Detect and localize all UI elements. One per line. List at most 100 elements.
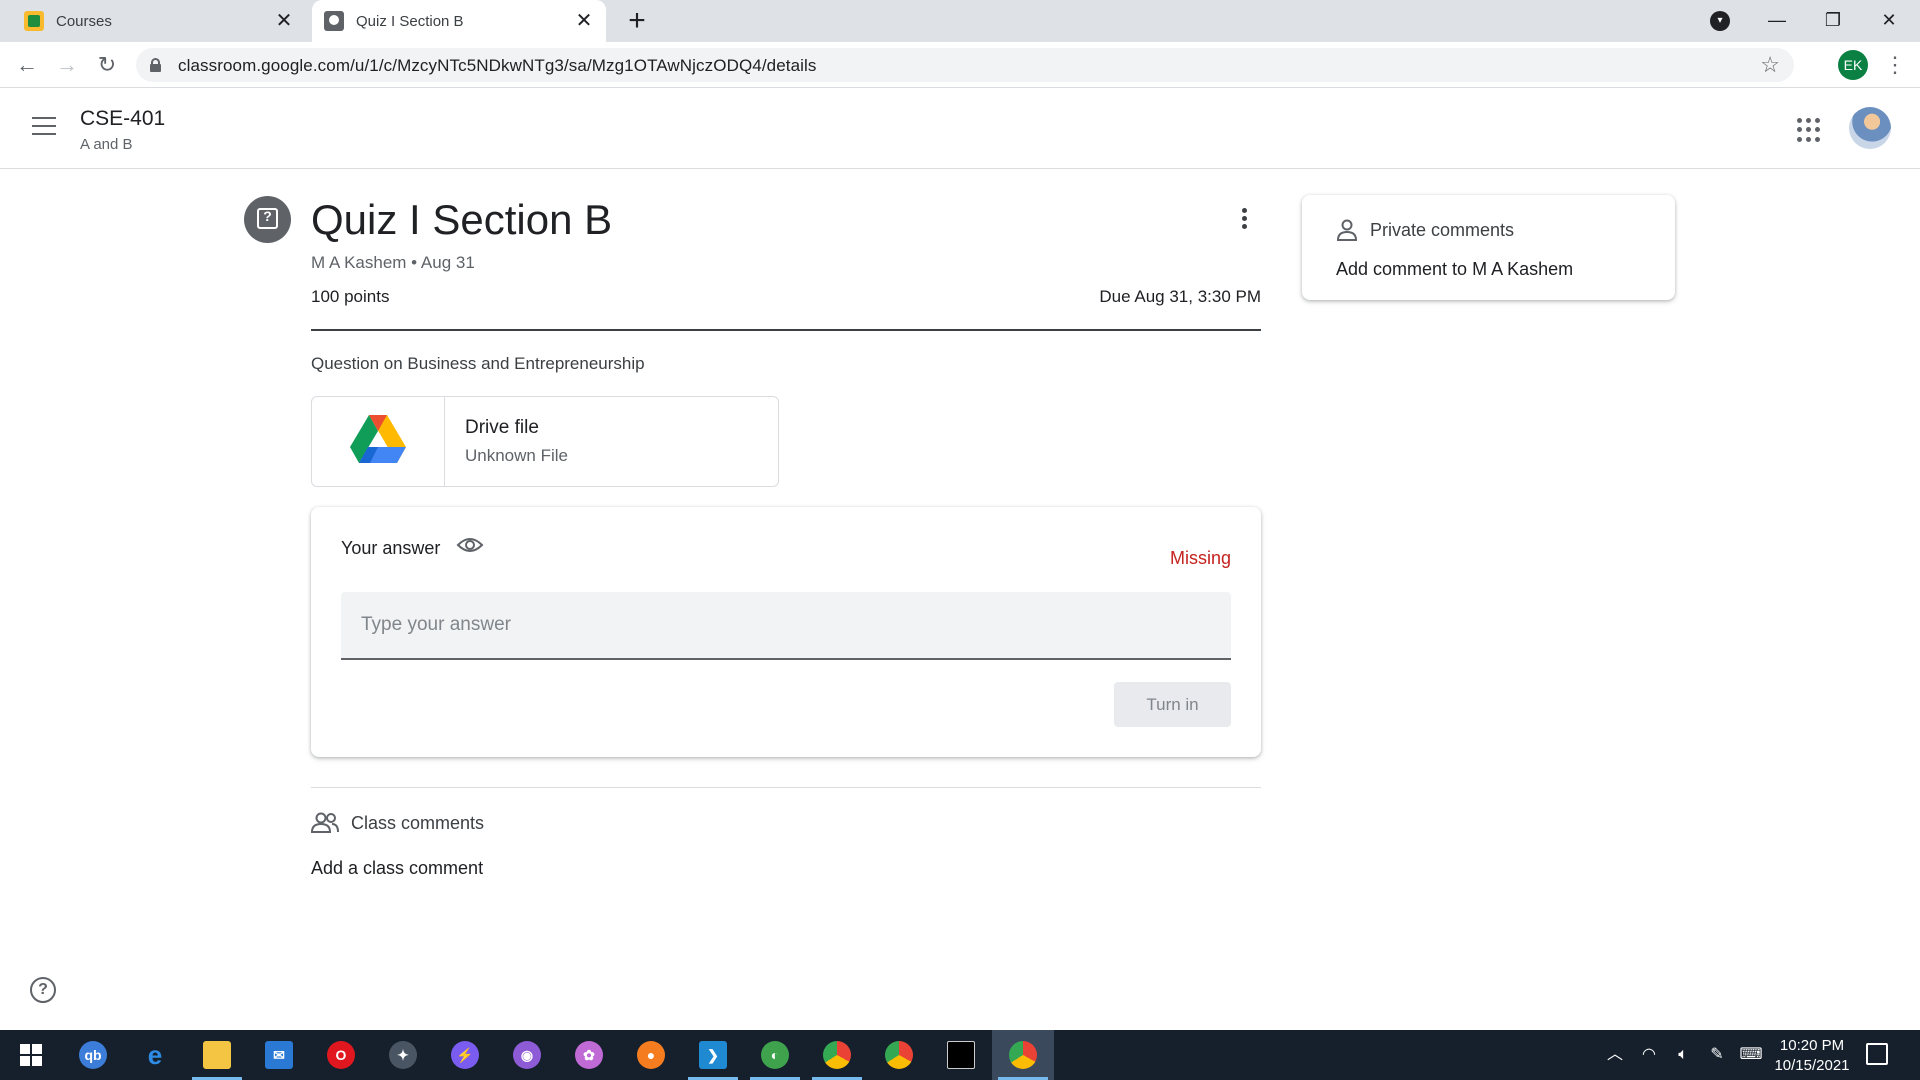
new-tab-button[interactable]: + [622, 6, 652, 36]
attachment-title[interactable]: Drive file [465, 417, 539, 439]
private-comments-card: Private comments Add comment to M A Kash… [1302, 195, 1675, 300]
taskbar-firefox[interactable]: ● [620, 1030, 682, 1080]
tab-title: Courses [56, 12, 112, 30]
turn-in-button[interactable]: Turn in [1114, 682, 1231, 727]
taskbar-chrome[interactable] [868, 1030, 930, 1080]
taskbar-vscode[interactable]: ❯ [682, 1030, 744, 1080]
taskbar-github[interactable]: ◉ [496, 1030, 558, 1080]
page-title: Quiz I Section B [311, 196, 613, 243]
terminal-icon [947, 1041, 975, 1069]
browser-tab-quiz[interactable]: Quiz I Section B ✕ [312, 0, 606, 42]
vscode-icon: ❯ [699, 1041, 727, 1069]
close-tab-icon[interactable]: ✕ [574, 11, 594, 31]
close-window-button[interactable]: ✕ [1866, 0, 1912, 42]
taskbar-satellite[interactable]: ✦ [372, 1030, 434, 1080]
course-section: A and B [80, 136, 133, 153]
chrome-icon [823, 1041, 851, 1069]
drive-file-attachment[interactable]: Drive file Unknown File [311, 396, 779, 487]
github-icon: ◉ [513, 1041, 541, 1069]
taskbar-paint[interactable]: ✿ [558, 1030, 620, 1080]
taskbar-messenger[interactable]: ⚡ [434, 1030, 496, 1080]
paint-icon: ✿ [575, 1041, 603, 1069]
mail-icon: ✉ [265, 1041, 293, 1069]
answer-input[interactable] [341, 592, 1231, 660]
assignment-question-icon [244, 196, 291, 243]
help-icon[interactable]: ? [30, 977, 56, 1003]
eye-icon[interactable] [456, 535, 484, 555]
attachment-thumbnail [312, 397, 445, 486]
taskbar-chrome-ek[interactable] [992, 1030, 1054, 1080]
profile-avatar[interactable]: EK [1838, 50, 1868, 80]
satellite-icon: ✦ [389, 1041, 417, 1069]
taskbar-opera[interactable]: O [310, 1030, 372, 1080]
assignment-meta: M A Kashem • Aug 31 [311, 253, 475, 272]
taskbar-mail[interactable]: ✉ [248, 1030, 310, 1080]
google-drive-icon [350, 415, 406, 463]
qb-icon: qb [79, 1041, 107, 1069]
more-options-icon[interactable] [1232, 208, 1256, 232]
comments-divider [311, 787, 1261, 788]
browser-tab-courses[interactable]: Courses ✕ [0, 0, 306, 42]
restore-button[interactable]: ❐ [1810, 0, 1856, 42]
taskbar-chrome-profile[interactable] [806, 1030, 868, 1080]
taskbar-edge[interactable]: e [124, 1030, 186, 1080]
edge-icon: e [147, 1040, 163, 1070]
your-answer-card: Your answer Missing Turn in [311, 507, 1261, 757]
add-private-comment-link[interactable]: Add comment to M A Kashem [1336, 259, 1573, 280]
show-hidden-icons-icon[interactable]: ︿ [1600, 1030, 1630, 1080]
assignment-points: 100 points [311, 287, 390, 306]
chrome-icon [1009, 1041, 1037, 1069]
taskbar-terminal[interactable] [930, 1030, 992, 1080]
close-tab-icon[interactable]: ✕ [274, 11, 294, 31]
person-icon [1336, 219, 1358, 241]
wifi-icon[interactable]: ◠ [1634, 1030, 1664, 1080]
assignment-favicon-icon [324, 11, 344, 31]
your-answer-label: Your answer [341, 538, 441, 558]
url-text[interactable]: classroom.google.com/u/1/c/MzcyNTc5NDkwN… [178, 56, 817, 76]
network-app-icon: ◐ [761, 1041, 789, 1069]
chrome-icon [885, 1041, 913, 1069]
title-divider [311, 329, 1261, 331]
windows-taskbar: qb e ✉ O ✦ ⚡ ◉ ✿ ● ❯ ◐ ︿ ◠ 🔈︎ ✎ ⌨ 10:20 … [0, 1030, 1920, 1080]
tab-search-icon[interactable]: ▾ [1710, 11, 1730, 31]
forward-arrow-icon[interactable]: → [52, 50, 82, 80]
taskbar-file-explorer[interactable] [186, 1030, 248, 1080]
class-comments-label: Class comments [351, 813, 485, 833]
attachment-subtitle: Unknown File [465, 446, 568, 465]
folder-icon [203, 1041, 231, 1069]
opera-icon: O [327, 1041, 355, 1069]
people-icon [311, 812, 339, 833]
tab-title: Quiz I Section B [356, 12, 464, 30]
status-badge: Missing [1169, 548, 1231, 568]
firefox-icon: ● [637, 1041, 665, 1069]
keyboard-icon[interactable]: ⌨ [1736, 1030, 1766, 1080]
taskbar-network-app[interactable]: ◐ [744, 1030, 806, 1080]
lock-icon[interactable] [150, 58, 161, 72]
browser-toolbar: ← → ↻ classroom.google.com/u/1/c/MzcyNTc… [0, 42, 1920, 88]
pen-icon[interactable]: ✎ [1702, 1030, 1732, 1080]
user-avatar[interactable] [1849, 107, 1891, 149]
taskbar-qb[interactable]: qb [62, 1030, 124, 1080]
classroom-header: CSE-401 A and B [0, 89, 1920, 169]
assignment-description: Question on Business and Entrepreneurshi… [311, 354, 645, 373]
volume-icon[interactable]: 🔈︎ [1668, 1030, 1698, 1080]
reload-icon[interactable]: ↻ [92, 50, 122, 80]
back-arrow-icon[interactable]: ← [12, 50, 42, 80]
google-apps-icon[interactable] [1797, 118, 1821, 142]
clock-date: 10/15/2021 [1774, 1057, 1850, 1074]
hamburger-menu-icon[interactable] [32, 117, 56, 135]
notification-center-icon[interactable] [1866, 1043, 1888, 1065]
start-button[interactable] [0, 1030, 62, 1080]
add-class-comment-link[interactable]: Add a class comment [311, 858, 483, 879]
bookmark-star-icon[interactable]: ☆ [1760, 52, 1780, 78]
course-title[interactable]: CSE-401 [80, 107, 165, 131]
address-bar[interactable]: classroom.google.com/u/1/c/MzcyNTc5NDkwN… [136, 48, 1794, 82]
system-clock[interactable]: 10:20 PM 10/15/2021 [1770, 1036, 1854, 1076]
classroom-favicon-icon [24, 11, 44, 31]
minimize-button[interactable]: — [1754, 0, 1800, 42]
windows-logo-icon [20, 1044, 42, 1066]
browser-tab-bar: Courses ✕ Quiz I Section B ✕ + ▾ — ❐ ✕ [0, 0, 1920, 42]
clock-time: 10:20 PM [1779, 1037, 1845, 1054]
messenger-icon: ⚡ [451, 1041, 479, 1069]
chrome-menu-icon[interactable]: ⋮ [1880, 50, 1910, 80]
